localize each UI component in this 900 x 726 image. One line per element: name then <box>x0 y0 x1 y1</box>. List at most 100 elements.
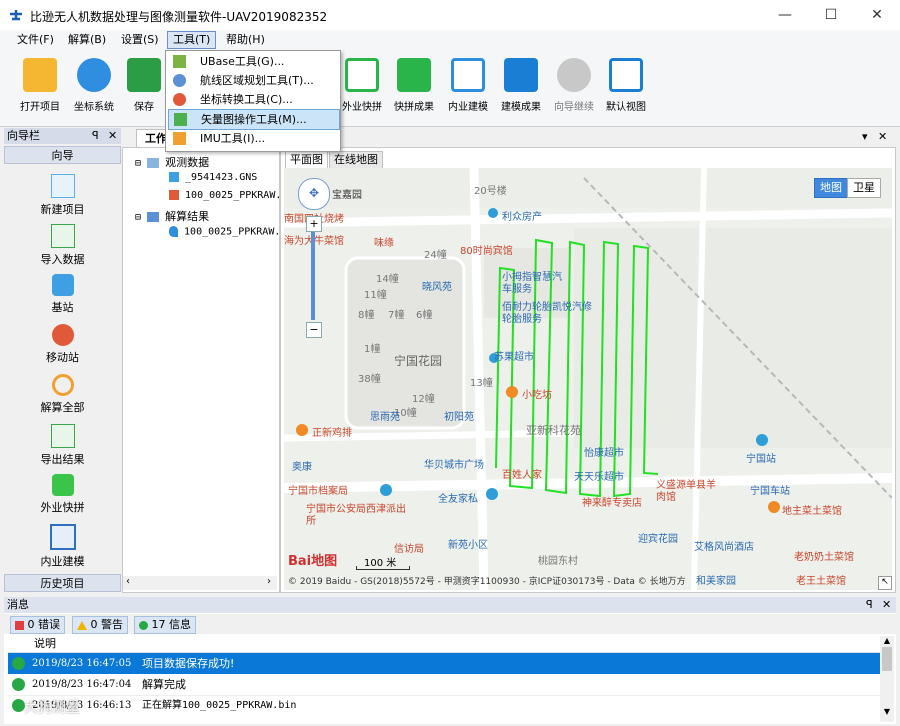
menu-solve[interactable]: 解算(B) <box>63 32 111 48</box>
message-scrollbar[interactable]: ▲ ▼ <box>880 636 894 722</box>
map-label: 宁国市公安局西津派出所 <box>306 504 406 527</box>
menu-tools[interactable]: 工具(T) <box>167 31 217 49</box>
map-label: 38幢 <box>358 374 381 385</box>
history-projects-header[interactable]: 历史项目 <box>4 574 121 592</box>
filter-info[interactable]: 17 信息 <box>134 616 196 634</box>
message-row[interactable]: 2019/8/23 16:46:13 正在解算100_0025_PPKRAW.b… <box>8 695 880 716</box>
message-text: 解算完成 <box>142 678 186 691</box>
pin-icon[interactable]: ꟼ <box>92 128 99 144</box>
zoom-out-button[interactable]: − <box>306 322 322 338</box>
wizard-continue-button[interactable]: 向导继续 <box>546 54 602 122</box>
map-type-satellite-button[interactable]: 卫星 <box>847 178 881 198</box>
open-project-button[interactable]: 打开项目 <box>12 54 68 122</box>
globe-icon <box>77 58 111 92</box>
title-bar: 比逊无人机数据处理与图像测量软件-UAV2019082352 — ☐ ✕ <box>0 0 900 30</box>
image-search-icon <box>397 58 431 92</box>
nav-solve-all[interactable]: 解算全部 <box>4 372 121 422</box>
vector-tool-icon <box>174 113 187 126</box>
map-label: 宁国车站 <box>750 486 790 497</box>
minimize-button[interactable]: — <box>762 0 808 30</box>
tree-node-result-ppkraw[interactable]: 100_0025_PPKRAW. <box>169 226 280 238</box>
tree-child1-label: _9541423.GNS <box>185 172 258 183</box>
close-button[interactable]: ✕ <box>854 0 900 30</box>
map-label: 味缘 <box>374 238 394 249</box>
solve-all-icon <box>51 374 74 396</box>
menu-item-vector-tool[interactable]: 矢量图操作工具(M)... <box>168 109 340 130</box>
nav-new-project-label: 新建项目 <box>40 203 85 216</box>
tree-node-ppkraw[interactable]: 100_0025_PPKRAW. <box>169 190 281 201</box>
ubase-icon <box>173 55 186 68</box>
save-label: 保存 <box>134 102 154 113</box>
nav-import-data[interactable]: 导入数据 <box>4 222 121 272</box>
field-mosaic-button[interactable]: 外业快拼 <box>334 54 390 122</box>
pan-control[interactable]: ✥ <box>298 178 330 210</box>
map-type-map-button[interactable]: 地图 <box>814 178 848 198</box>
map-label: 全友家私 <box>438 494 478 505</box>
scroll-up-icon[interactable]: ▲ <box>880 636 894 645</box>
nav-rover-label: 移动站 <box>46 351 79 364</box>
save-button[interactable]: 保存 <box>116 54 172 122</box>
zoom-in-button[interactable]: + <box>306 216 322 232</box>
wizard-section-header[interactable]: 向导 <box>4 146 121 164</box>
scroll-thumb[interactable] <box>882 647 892 671</box>
menu-help[interactable]: 帮助(H) <box>221 32 270 48</box>
tab-plan-view[interactable]: 平面图 <box>285 151 328 168</box>
nav-field-mosaic-label: 外业快拼 <box>40 501 85 514</box>
filter-errors-label: 0 错误 <box>27 618 61 631</box>
map-label: 奥康 <box>292 462 312 473</box>
menu-item-route-plan[interactable]: 航线区域规划工具(T)... <box>168 71 338 90</box>
message-column-header[interactable]: 说明 <box>8 636 880 653</box>
close-icon[interactable]: ✕ <box>108 128 117 144</box>
online-map[interactable]: 宝嘉园 20号楼 利众房产 南国四社烧烤 海为大牛菜馆 味缘 24幢 80时尚宾… <box>284 168 892 590</box>
filter-warnings[interactable]: 0 警告 <box>72 616 128 634</box>
map-label: 宁国花园 <box>394 354 443 368</box>
mosaic-result-button[interactable]: 快拼成果 <box>386 54 442 122</box>
scroll-down-icon[interactable]: ▼ <box>880 707 894 716</box>
close-icon[interactable]: ✕ <box>878 130 887 143</box>
tree-horizontal-scrollbar[interactable]: ‹ › <box>123 576 277 590</box>
map-label: 百姓人家 <box>502 470 542 481</box>
message-row[interactable]: 2019/8/23 16:47:05 项目数据保存成功! <box>8 653 880 674</box>
menu-item-ubase[interactable]: UBase工具(G)... <box>168 52 338 71</box>
map-label: 8幢 <box>358 310 375 321</box>
coordinate-system-button[interactable]: 坐标系统 <box>66 54 122 122</box>
map-label: 和美家园 <box>696 576 736 587</box>
tree-node-results[interactable]: ⊟ 解算结果 <box>135 208 209 224</box>
nav-new-project[interactable]: 新建项目 <box>4 172 121 222</box>
map-label: 苏果超市 <box>494 352 534 363</box>
office-model-button[interactable]: 内业建模 <box>440 54 496 122</box>
map-label: 桃园东村 <box>538 556 578 567</box>
menu-item-coord-convert[interactable]: 坐标转换工具(C)... <box>168 90 338 109</box>
wizard-panel-title: 向导栏 <box>7 129 40 142</box>
model-result-button[interactable]: 建模成果 <box>493 54 549 122</box>
project-tree: ⊟ 观测数据 _9541423.GNS 100_0025_PPKRAW. ⊟ 解… <box>122 147 281 593</box>
menu-item-imu-label: IMU工具(I)... <box>200 132 266 145</box>
dropdown-arrow-icon[interactable]: ▾ <box>862 130 868 143</box>
menu-settings[interactable]: 设置(S) <box>116 32 164 48</box>
tree-node-gns[interactable]: _9541423.GNS <box>169 172 257 183</box>
menu-item-imu[interactable]: IMU工具(I)... <box>168 129 338 148</box>
tree-node-observations[interactable]: ⊟ 观测数据 <box>135 154 209 170</box>
export-icon <box>50 424 75 448</box>
nav-export-result[interactable]: 导出结果 <box>4 422 121 472</box>
coord-convert-icon <box>173 93 186 106</box>
toolbar: 打开项目 坐标系统 保存 外业快拼 快拼成果 内业建模 建模成果 向导继续 默认… <box>0 50 900 127</box>
result-folder-icon <box>147 212 160 222</box>
zoom-slider-track[interactable] <box>311 232 315 320</box>
default-view-button[interactable]: 默认视图 <box>598 54 654 122</box>
close-icon[interactable]: ✕ <box>882 597 891 613</box>
menu-file[interactable]: 文件(F) <box>12 32 59 48</box>
nav-base-station[interactable]: 基站 <box>4 272 121 322</box>
filter-errors[interactable]: 0 错误 <box>10 616 65 634</box>
message-row[interactable]: 2019/8/23 16:47:04 解算完成 <box>8 674 880 696</box>
nav-office-model[interactable]: 内业建模 <box>4 522 121 572</box>
base-station-icon <box>169 172 179 182</box>
tab-online-map[interactable]: 在线地图 <box>329 151 383 168</box>
map-label: 老奶奶土菜馆 <box>794 552 854 563</box>
nav-field-mosaic[interactable]: 外业快拼 <box>4 472 121 522</box>
nav-rover[interactable]: 移动站 <box>4 322 121 372</box>
maximize-button[interactable]: ☐ <box>808 0 854 30</box>
resize-corner-icon[interactable]: ↖ <box>878 576 892 590</box>
map-label: 初阳苑 <box>444 412 474 423</box>
pin-icon[interactable]: ꟼ <box>866 597 873 613</box>
